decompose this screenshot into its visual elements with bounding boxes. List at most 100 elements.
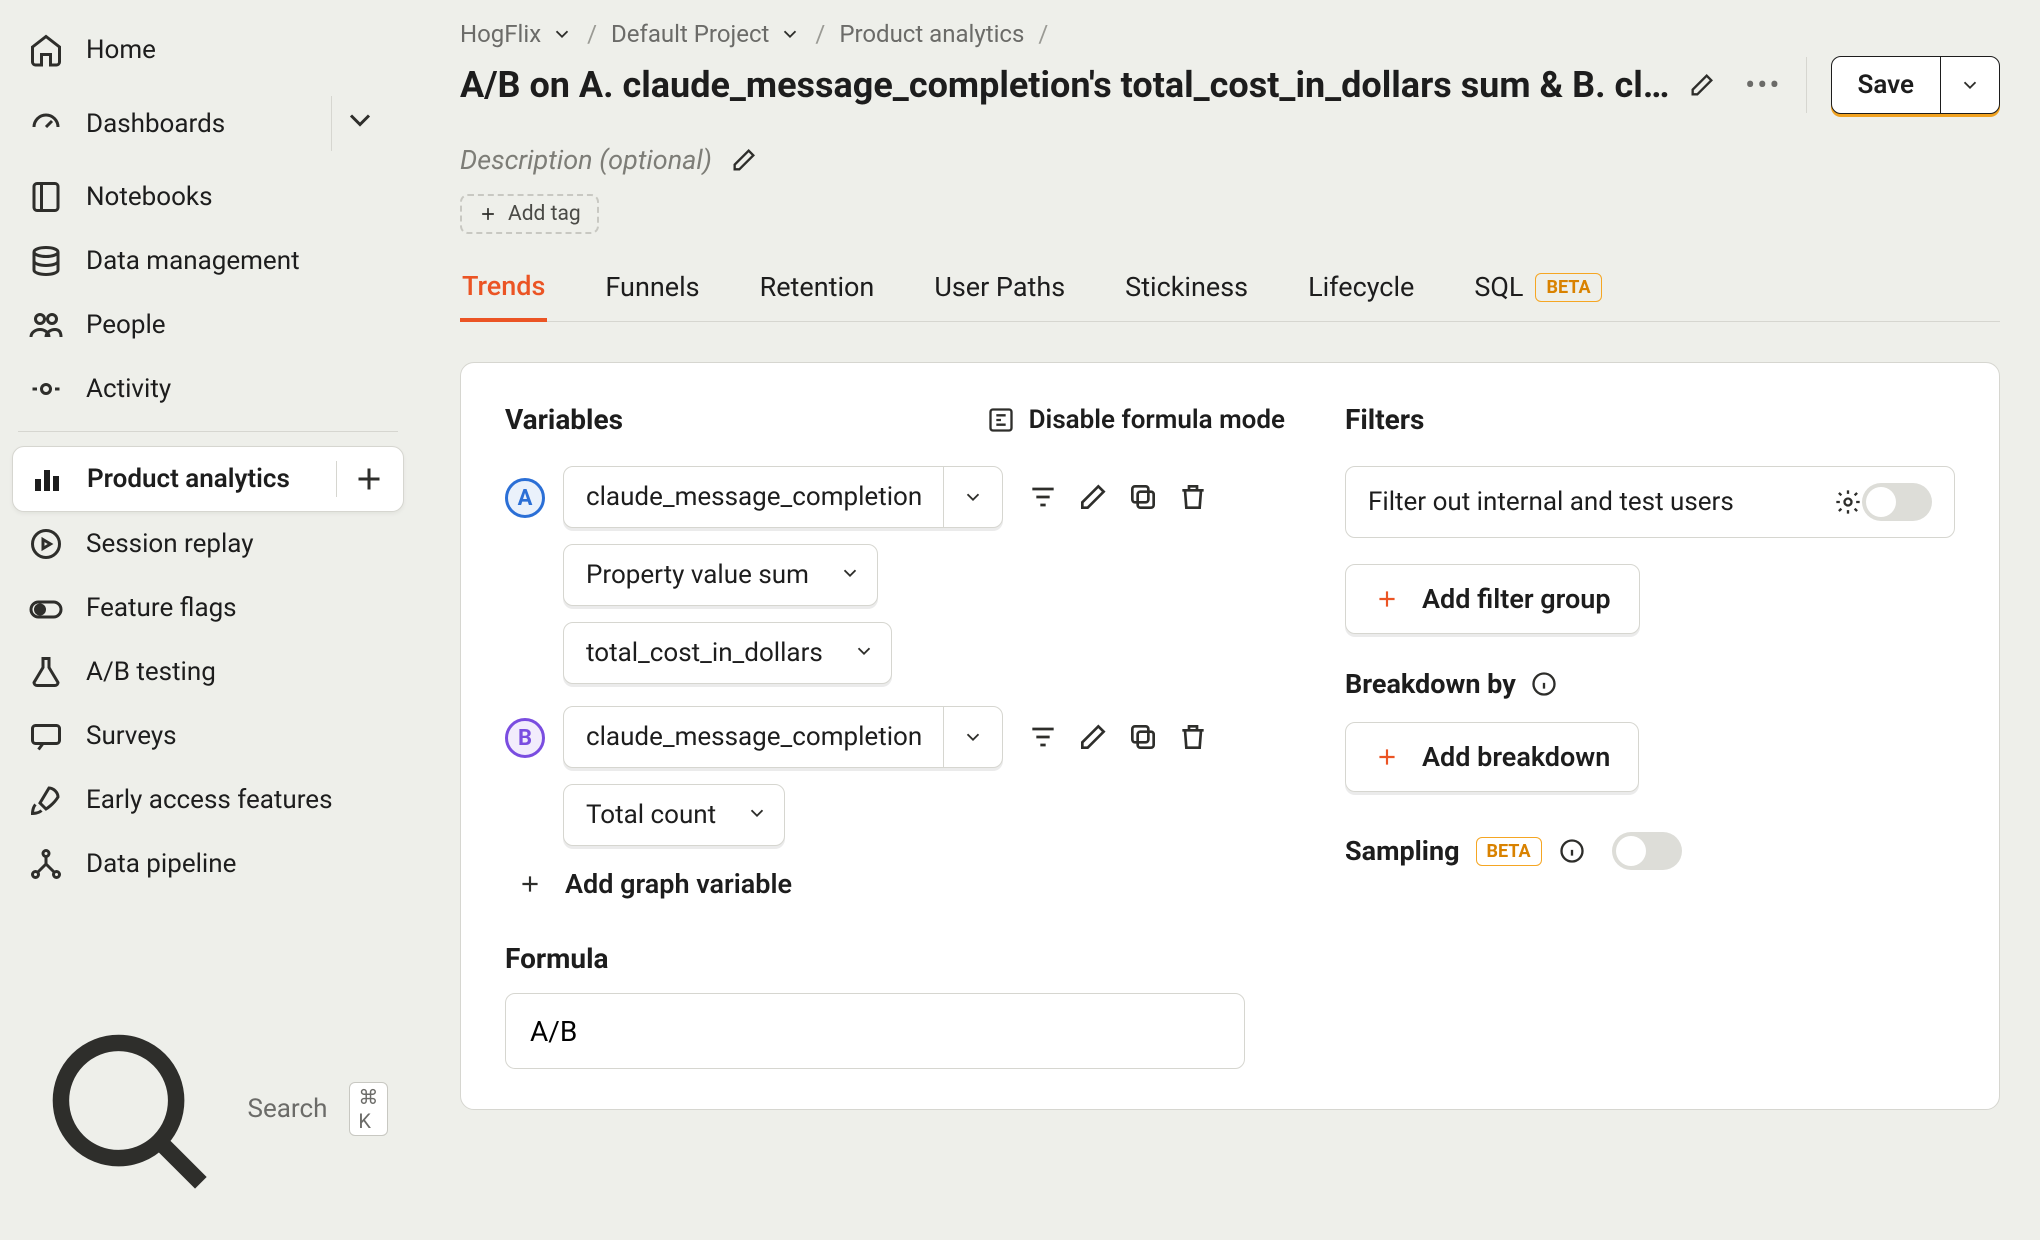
chat-icon: [28, 718, 64, 754]
select-value: Property value sum: [564, 560, 831, 590]
replay-icon: [28, 526, 64, 562]
save-label: Save: [1832, 70, 1941, 100]
tab-funnels[interactable]: Funnels: [603, 271, 701, 321]
sidebar-item-home[interactable]: Home: [12, 18, 404, 82]
description-placeholder[interactable]: Description (optional): [460, 144, 712, 176]
duplicate-icon[interactable]: [1127, 481, 1159, 513]
edit-title-icon[interactable]: [1688, 71, 1716, 99]
delete-icon[interactable]: [1177, 721, 1209, 753]
search-icon: [28, 1010, 226, 1208]
add-tag-button[interactable]: Add tag: [460, 194, 599, 234]
add-variable-button[interactable]: Add graph variable: [517, 868, 1285, 900]
sidebar-item-feature-flags[interactable]: Feature flags: [12, 576, 404, 640]
var-b-aggregation-select[interactable]: Total count: [563, 784, 785, 846]
sidebar-item-activity[interactable]: Activity: [12, 357, 404, 421]
main-area: HogFlix / Default Project / Product anal…: [416, 0, 2040, 1240]
tab-label: Funnels: [605, 271, 699, 303]
sidebar-item-session-replay[interactable]: Session replay: [12, 512, 404, 576]
sampling-section: Sampling BETA: [1345, 832, 1955, 870]
sampling-label: Sampling: [1345, 835, 1460, 867]
save-dropdown[interactable]: [1940, 57, 1999, 113]
duplicate-icon[interactable]: [1127, 721, 1159, 753]
sidebar-item-ab-testing[interactable]: A/B testing: [12, 640, 404, 704]
sidebar-item-label: Data management: [86, 246, 300, 276]
beta-badge: BETA: [1535, 273, 1601, 302]
add-insight-button[interactable]: [336, 461, 387, 497]
var-b-event-select[interactable]: claude_message_completion: [563, 706, 1003, 768]
tab-trends[interactable]: Trends: [460, 270, 547, 322]
edit-description-icon[interactable]: [730, 146, 758, 174]
crumb-project[interactable]: Default Project: [611, 20, 801, 48]
config-panel: Variables Disable formula mode A claude_…: [460, 362, 2000, 1110]
sidebar-item-label: Dashboards: [86, 109, 225, 139]
dashboards-expand[interactable]: [331, 96, 388, 151]
filter-icon[interactable]: [1027, 481, 1059, 513]
breadcrumb: HogFlix / Default Project / Product anal…: [460, 20, 2000, 48]
sidebar-item-people[interactable]: People: [12, 293, 404, 357]
tab-stickiness[interactable]: Stickiness: [1123, 271, 1250, 321]
plus-icon: [1374, 586, 1400, 612]
delete-icon[interactable]: [1177, 481, 1209, 513]
crumb-label: Default Project: [611, 20, 769, 48]
breakdown-label: Breakdown by: [1345, 668, 1516, 700]
sidebar-search-label: Search: [248, 1094, 328, 1124]
sidebar-item-label: Session replay: [86, 529, 254, 559]
sidebar-item-label: People: [86, 310, 166, 340]
filter-icon[interactable]: [1027, 721, 1059, 753]
tab-label: Retention: [760, 271, 875, 303]
tab-lifecycle[interactable]: Lifecycle: [1306, 271, 1416, 321]
sidebar-search[interactable]: Search ⌘ K: [12, 996, 404, 1222]
info-icon[interactable]: [1558, 837, 1586, 865]
rename-icon[interactable]: [1077, 721, 1109, 753]
sidebar-item-label: Home: [86, 35, 156, 65]
crumb-label: Product analytics: [839, 20, 1024, 48]
sidebar: Home Dashboards Notebooks Data managemen…: [0, 0, 416, 1240]
var-a-aggregation-select[interactable]: Property value sum: [563, 544, 878, 606]
chevron-down-icon: [839, 562, 861, 584]
sidebar-item-notebooks[interactable]: Notebooks: [12, 165, 404, 229]
add-variable-label: Add graph variable: [565, 868, 792, 900]
chevron-down-icon: [746, 802, 768, 824]
sidebar-item-surveys[interactable]: Surveys: [12, 704, 404, 768]
filters-title: Filters: [1345, 403, 1955, 436]
chevron-down-icon: [342, 102, 378, 138]
sidebar-item-product-analytics[interactable]: Product analytics: [12, 446, 404, 512]
disable-formula-mode[interactable]: Disable formula mode: [987, 405, 1285, 435]
tab-user-paths[interactable]: User Paths: [932, 271, 1067, 321]
more-menu[interactable]: •••: [1745, 68, 1781, 103]
toggle-icon: [28, 590, 64, 626]
people-icon: [28, 307, 64, 343]
chevron-down-icon: [962, 486, 984, 508]
sidebar-item-early-access[interactable]: Early access features: [12, 768, 404, 832]
crumb-section[interactable]: Product analytics: [839, 20, 1024, 48]
tab-retention[interactable]: Retention: [758, 271, 877, 321]
page-title: A/B on A. claude_message_completion's to…: [460, 64, 1670, 106]
sidebar-item-dashboards[interactable]: Dashboards: [12, 82, 404, 165]
add-breakdown-button[interactable]: Add breakdown: [1345, 722, 1639, 792]
sidebar-item-data-pipeline[interactable]: Data pipeline: [12, 832, 404, 896]
select-value: claude_message_completion: [564, 482, 943, 512]
formula-title: Formula: [505, 942, 1285, 975]
var-a-property-select[interactable]: total_cost_in_dollars: [563, 622, 892, 684]
save-button[interactable]: Save: [1831, 56, 2001, 114]
formula-input[interactable]: [505, 993, 1245, 1069]
gear-icon[interactable]: [1834, 488, 1862, 516]
select-value: Total count: [564, 800, 738, 830]
sampling-toggle[interactable]: [1612, 832, 1682, 870]
filter-internal-toggle[interactable]: [1862, 483, 1932, 521]
tab-sql[interactable]: SQL BETA: [1472, 271, 1603, 321]
add-filter-group-button[interactable]: Add filter group: [1345, 564, 1640, 634]
rename-icon[interactable]: [1077, 481, 1109, 513]
variable-b-row: B claude_message_completion: [505, 706, 1285, 846]
sidebar-item-data-management[interactable]: Data management: [12, 229, 404, 293]
info-icon[interactable]: [1530, 670, 1558, 698]
add-filter-label: Add filter group: [1422, 583, 1611, 615]
divider: [1806, 57, 1807, 113]
gauge-icon: [28, 106, 64, 142]
chevron-down-icon: [551, 23, 573, 45]
chevron-down-icon: [1959, 74, 1981, 96]
search-kbd: ⌘ K: [349, 1082, 388, 1136]
crumb-org[interactable]: HogFlix: [460, 20, 573, 48]
var-a-event-select[interactable]: claude_message_completion: [563, 466, 1003, 528]
add-tag-label: Add tag: [508, 202, 581, 226]
